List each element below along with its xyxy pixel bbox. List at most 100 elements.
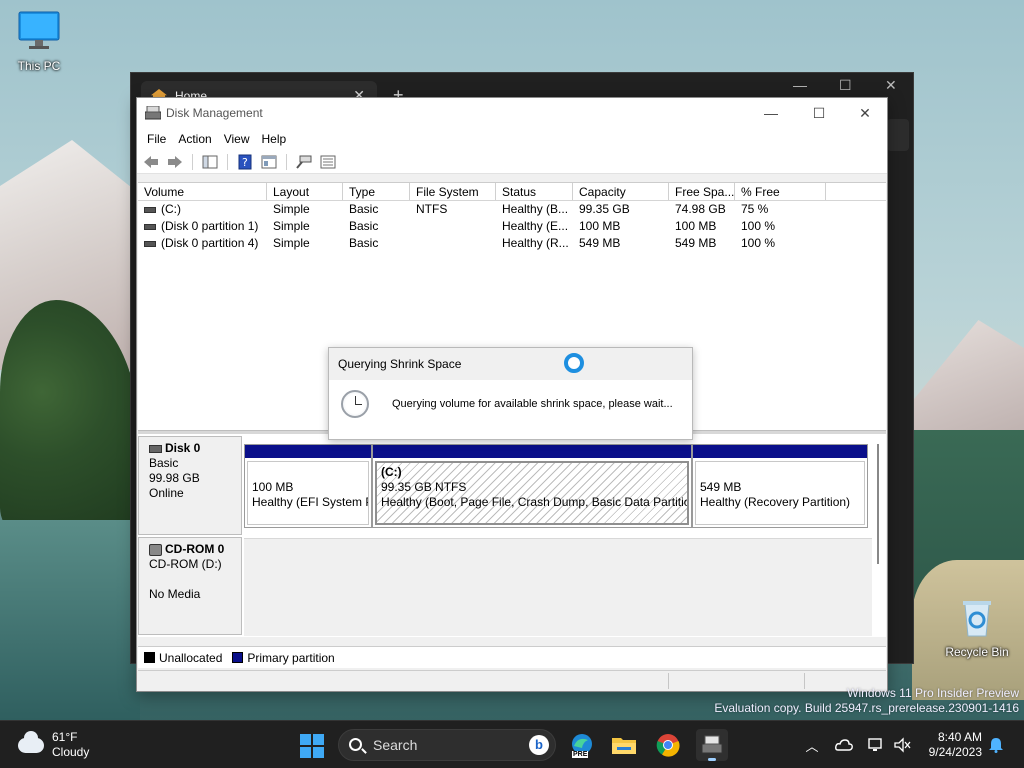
- start-button[interactable]: [300, 734, 324, 758]
- disk-management-icon: [145, 106, 161, 120]
- window-title: Disk Management: [166, 106, 263, 120]
- maximize-button[interactable]: ☐: [839, 77, 852, 94]
- graphical-view-scrollbar[interactable]: [874, 444, 882, 566]
- search-icon: [349, 738, 362, 751]
- edge-preview-icon[interactable]: PRE: [566, 729, 598, 761]
- drive-icon: [144, 240, 156, 247]
- legend-label-primary: Primary partition: [247, 650, 335, 665]
- clock-date: 9/24/2023: [928, 745, 982, 759]
- legend-swatch-primary: [232, 652, 244, 663]
- column-header-free-space[interactable]: Free Spa...: [669, 183, 735, 200]
- layout-cell: Simple: [273, 236, 310, 250]
- list-view-icon[interactable]: [318, 153, 338, 171]
- menu-file[interactable]: File: [141, 128, 172, 150]
- column-header-percent-free[interactable]: % Free: [735, 183, 826, 200]
- bing-icon[interactable]: b: [529, 735, 549, 755]
- type-cell: Basic: [349, 236, 379, 250]
- scrollbar-thumb[interactable]: [877, 444, 879, 564]
- partition-size: 549 MB: [700, 480, 742, 494]
- watermark-line-1: Windows 11 Pro Insider Preview: [847, 686, 1019, 700]
- layout-cell: Simple: [273, 202, 310, 216]
- chrome-icon[interactable]: [652, 729, 684, 761]
- querying-shrink-space-dialog[interactable]: Querying Shrink Space Querying volume fo…: [328, 347, 693, 440]
- toolbar-separator: [286, 153, 287, 170]
- loading-spinner-icon: [564, 353, 584, 373]
- disk-graphical-view[interactable]: Disk 0 Basic 99.98 GB Online 100 MB Heal…: [138, 434, 886, 637]
- weather-condition: Cloudy: [52, 745, 90, 759]
- drive-icon: [144, 223, 156, 230]
- close-button[interactable]: ✕: [845, 102, 885, 124]
- disk-management-taskbar-icon[interactable]: [696, 729, 728, 761]
- pre-badge: PRE: [572, 751, 589, 758]
- chevron-up-icon[interactable]: ︿: [802, 735, 822, 755]
- table-row[interactable]: (Disk 0 partition 1) Simple Basic Health…: [138, 218, 886, 235]
- maximize-button[interactable]: ☐: [799, 102, 839, 124]
- percent-free-cell: 100 %: [741, 236, 776, 250]
- partition-body-selected: (C:) 99.35 GB NTFS Healthy (Boot, Page F…: [375, 461, 689, 525]
- forward-arrow-icon[interactable]: [165, 153, 185, 171]
- table-row[interactable]: (Disk 0 partition 4) Simple Basic Health…: [138, 235, 886, 252]
- table-row[interactable]: (C:) Simple Basic NTFS Healthy (B... 99.…: [138, 201, 886, 218]
- help-icon[interactable]: ?: [235, 153, 255, 171]
- menu-help[interactable]: Help: [256, 128, 293, 150]
- partition-efi[interactable]: 100 MB Healthy (EFI System P: [244, 444, 372, 528]
- column-header-status[interactable]: Status: [496, 183, 573, 200]
- file-system-cell: [410, 235, 496, 252]
- search-input[interactable]: [373, 737, 523, 753]
- column-header-type[interactable]: Type: [343, 183, 410, 200]
- start-tile: [300, 734, 311, 745]
- capacity-cell: 100 MB: [579, 219, 621, 233]
- disk-0-label[interactable]: Disk 0 Basic 99.98 GB Online: [138, 436, 242, 535]
- partition-status: Healthy (Boot, Page File, Crash Dump, Ba…: [381, 495, 689, 509]
- column-header-capacity[interactable]: Capacity: [573, 183, 669, 200]
- column-header-file-system[interactable]: File System: [410, 183, 496, 200]
- wallpaper-lake: [0, 520, 140, 720]
- status-separator: [668, 673, 669, 689]
- cdrom-0-label[interactable]: CD-ROM 0 CD-ROM (D:) No Media: [138, 537, 242, 635]
- minimize-button[interactable]: —: [751, 102, 791, 124]
- weather-widget[interactable]: 61°F Cloudy: [18, 730, 89, 760]
- cdrom-name: CD-ROM 0: [165, 542, 225, 556]
- menu-action[interactable]: Action: [172, 128, 217, 150]
- disk-name: Disk 0: [165, 441, 201, 455]
- desktop-icon-label: This PC: [17, 59, 61, 73]
- partition-c[interactable]: (C:) 99.35 GB NTFS Healthy (Boot, Page F…: [372, 444, 692, 528]
- system-clock[interactable]: 8:40 AM 9/24/2023: [918, 730, 982, 760]
- volume-cell: (Disk 0 partition 4): [138, 235, 267, 252]
- status-cell: Healthy (B...: [502, 202, 569, 216]
- connect-icon[interactable]: [294, 153, 314, 171]
- start-tile: [313, 747, 324, 758]
- title-bar[interactable]: Disk Management — ☐ ✕: [137, 98, 887, 128]
- partition-body: 100 MB Healthy (EFI System P: [247, 461, 369, 525]
- properties-icon[interactable]: [259, 153, 279, 171]
- minimize-button[interactable]: —: [793, 77, 807, 93]
- monitor-icon: [9, 10, 69, 55]
- file-explorer-icon[interactable]: [608, 729, 640, 761]
- partition-label: (C:): [381, 465, 402, 479]
- partition-status: Healthy (Recovery Partition): [700, 495, 851, 509]
- onedrive-icon[interactable]: [834, 735, 854, 755]
- desktop-icon-recycle-bin[interactable]: Recycle Bin: [945, 598, 1009, 659]
- dialog-message: Querying volume for available shrink spa…: [392, 398, 673, 410]
- disk-size: 99.98 GB: [149, 471, 200, 485]
- partition-recovery[interactable]: 549 MB Healthy (Recovery Partition): [692, 444, 868, 528]
- close-button[interactable]: ✕: [885, 77, 897, 94]
- cdrom-icon: [149, 543, 162, 556]
- column-header-layout[interactable]: Layout: [267, 183, 343, 200]
- menu-view[interactable]: View: [218, 128, 256, 150]
- free-space-cell: 74.98 GB: [675, 202, 726, 216]
- legend: Unallocated Primary partition: [138, 646, 886, 668]
- column-header-volume[interactable]: Volume: [138, 183, 267, 200]
- show-hide-tree-icon[interactable]: [200, 153, 220, 171]
- back-arrow-icon[interactable]: [141, 153, 161, 171]
- desktop-icon-this-pc[interactable]: This PC: [9, 10, 69, 73]
- disk-state: Online: [149, 486, 184, 500]
- cdrom-media: No Media: [149, 587, 201, 601]
- network-icon[interactable]: [866, 735, 886, 755]
- volume-muted-icon[interactable]: [892, 735, 912, 755]
- taskbar-search[interactable]: b: [338, 729, 556, 761]
- partition-size: 100 MB: [252, 480, 294, 494]
- file-system-cell: [410, 218, 496, 235]
- type-cell: Basic: [349, 219, 379, 233]
- notification-bell-icon[interactable]: [986, 735, 1006, 755]
